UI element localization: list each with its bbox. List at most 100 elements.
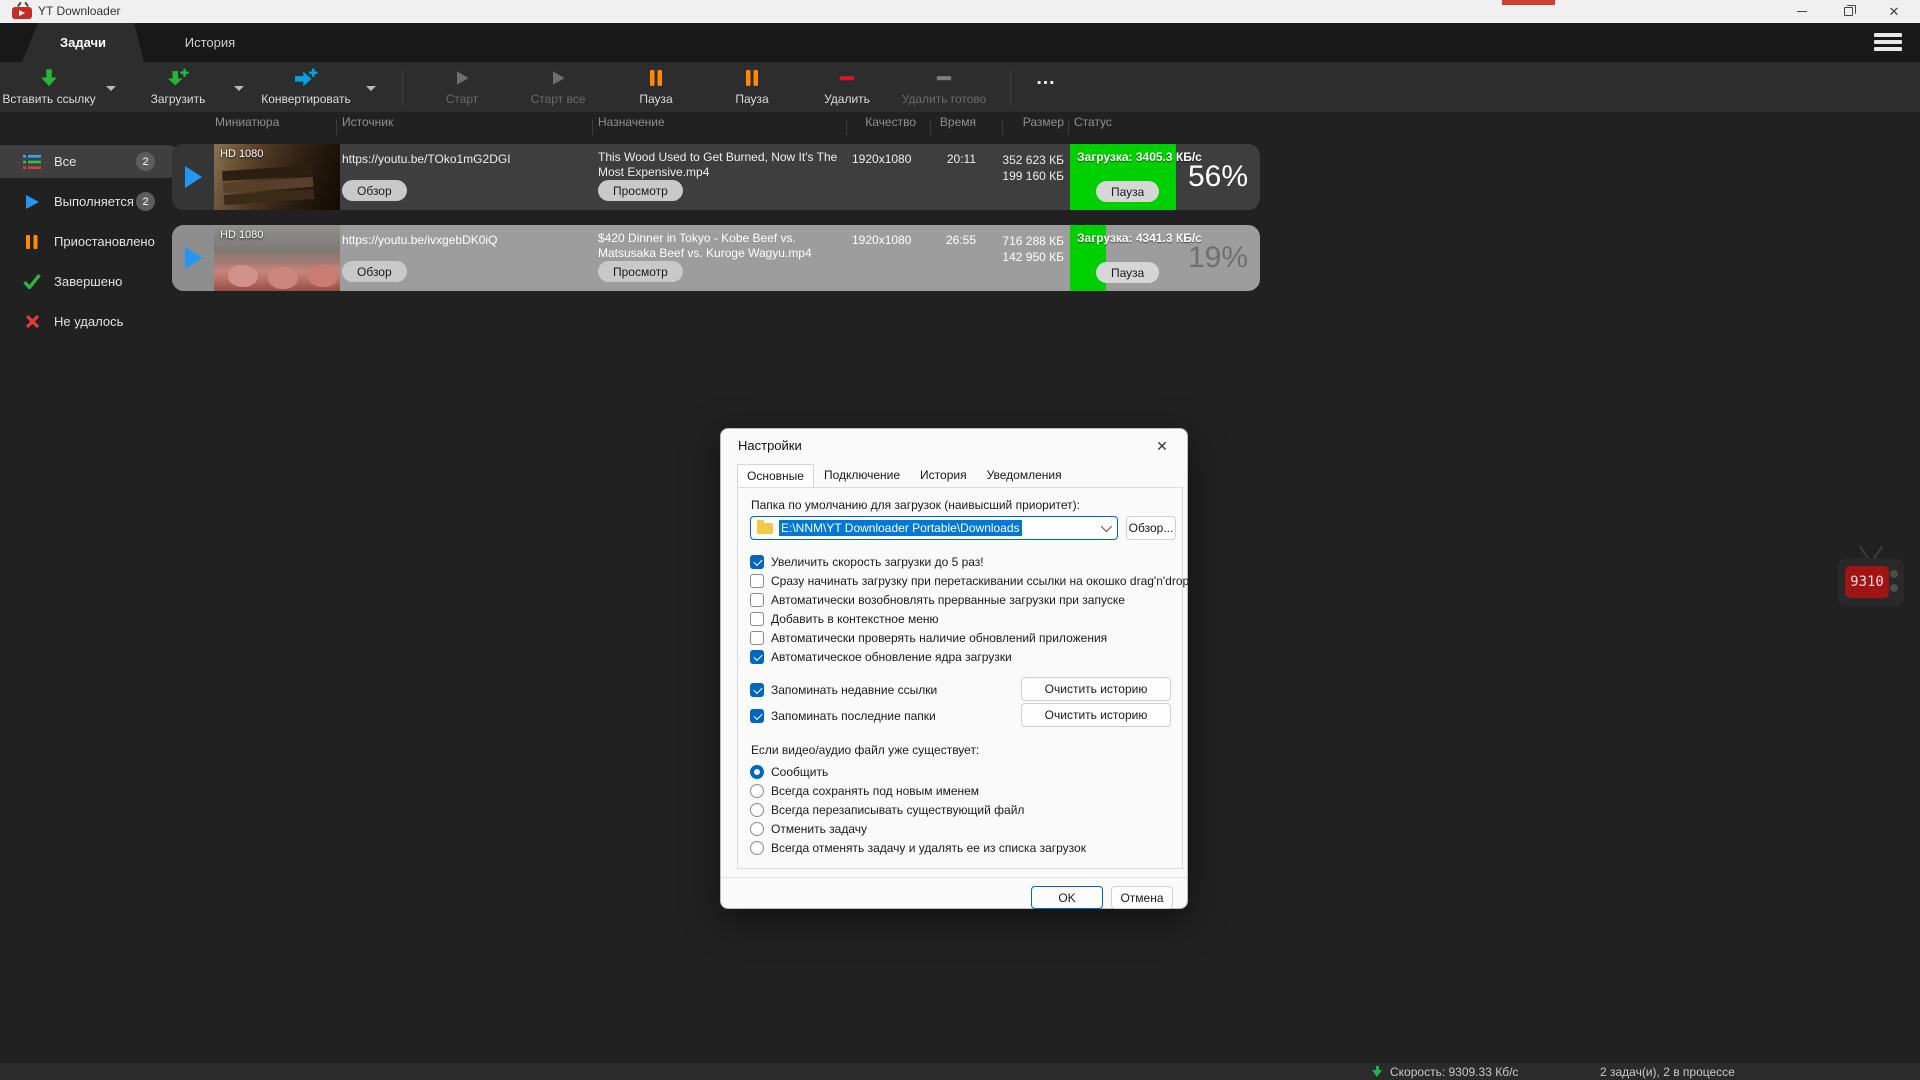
clear-links-history-button[interactable]: Очистить историю [1021,677,1171,701]
menu-hamburger-icon[interactable] [1874,33,1902,52]
option-row[interactable]: Автоматическое обновление ядра загрузки [750,649,1012,665]
delete-button[interactable]: Удалить [808,66,886,110]
radio-button[interactable] [750,784,764,798]
pause-all-button[interactable]: Пауза [716,66,788,110]
pause-icon [647,66,665,90]
row-pause-button[interactable]: Пауза [1096,181,1159,202]
preview-button[interactable]: Просмотр [598,180,683,201]
tab-history[interactable]: История [160,23,260,62]
default-folder-combobox[interactable]: E:\NNM\YT Downloader Portable\Downloads [750,516,1118,540]
close-button[interactable]: ✕ [1872,0,1916,23]
list-all-icon [22,153,42,171]
option-row[interactable]: Запоминать недавние ссылки [750,682,937,698]
row-play-button[interactable] [172,225,214,291]
convert-button[interactable]: Конвертировать [258,66,354,110]
quality-value: 1920x1080 [852,152,918,166]
checkbox[interactable] [750,612,764,626]
tv-knob [1890,570,1898,578]
size-done: 142 950 КБ [998,249,1064,265]
size-values: 716 288 КБ 142 950 КБ [998,233,1064,265]
sidebar-item-all[interactable]: Все 2 [0,145,183,178]
paste-link-button[interactable]: Вставить ссылку [2,66,96,110]
destination-filename: This Wood Used to Get Burned, Now It's T… [598,150,850,180]
cancel-button[interactable]: Отмена [1111,886,1173,909]
dialog-tab-notifications[interactable]: Уведомления [977,464,1072,487]
paused-pause-icon [22,233,42,251]
dialog-tab-history[interactable]: История [910,464,977,487]
radio-button[interactable] [750,841,764,855]
destination-filename: $420 Dinner in Tokyo - Kobe Beef vs. Mat… [598,231,850,261]
convert-dropdown-icon[interactable] [366,86,376,91]
sidebar-item-running[interactable]: Выполняется 2 [0,185,183,218]
minimize-button[interactable] [1780,0,1824,23]
tv-speed-value: 9310 [1845,566,1889,598]
download-row[interactable]: HD 1080 https://youtu.be/TOko1mG2DGI Обз… [172,144,1260,210]
sidebar-item-finished[interactable]: Завершено [0,265,183,298]
paste-link-dropdown-icon[interactable] [106,86,116,91]
speed-down-arrow-icon [1372,1066,1383,1077]
count-badge: 2 [136,152,155,171]
delete-done-icon [933,66,955,90]
download-speed-text: Загрузка: 3405.3 КБ/с [1077,150,1202,164]
tv-antenna-icon [1860,545,1882,559]
red-widget-fragment [1502,0,1555,5]
preview-button[interactable]: Просмотр [598,261,683,282]
browse-button[interactable]: Обзор... [1126,516,1176,540]
more-button[interactable]: … [1022,66,1072,110]
folder-icon [757,523,773,534]
checkbox[interactable] [750,555,764,569]
radio-button[interactable] [750,822,764,836]
sidebar-item-label: Не удалось [54,314,123,329]
checkbox[interactable] [750,709,764,723]
download-button[interactable]: Загрузить [132,66,224,110]
size-total: 716 288 КБ [998,233,1064,249]
download-row[interactable]: HD 1080 https://youtu.be/ivxgebDK0iQ Обз… [172,225,1260,291]
radio-row[interactable]: Отменить задачу [750,821,867,837]
restore-button[interactable] [1826,0,1870,23]
sidebar-item-label: Выполняется [54,194,134,209]
checkbox[interactable] [750,650,764,664]
checkbox[interactable] [750,683,764,697]
play-icon [452,66,472,90]
checkbox[interactable] [750,593,764,607]
sidebar-item-label: Приостановлено [54,234,155,249]
row-pause-button[interactable]: Пауза [1096,262,1159,283]
row-play-button[interactable] [172,144,214,210]
radio-row[interactable]: Всегда перезаписывать существующий файл [750,802,1024,818]
option-row[interactable]: Добавить в контекстное меню [750,611,939,627]
option-row[interactable]: Автоматически проверять наличие обновлен… [750,630,1107,646]
tab-tasks[interactable]: Задачи [22,23,144,62]
hd-tag: HD 1080 [220,229,263,241]
radio-button[interactable] [750,803,764,817]
sidebar-item-paused[interactable]: Приостановлено [0,225,183,258]
col-time: Время [936,115,976,141]
dialog-tab-strip: Основные Подключение История Уведомления [737,465,1072,487]
dialog-tab-connection[interactable]: Подключение [814,464,910,487]
option-row[interactable]: Увеличить скорость загрузки до 5 раз! [750,554,984,570]
download-plus-icon [165,66,191,90]
ok-button[interactable]: OK [1031,886,1103,909]
status-cell: Загрузка: 4341.3 КБ/с Пауза 19% [1070,225,1260,291]
option-row[interactable]: Сразу начинать загрузку при перетаскиван… [750,573,1189,589]
radio-row[interactable]: Всегда сохранять под новым именем [750,783,979,799]
radio-row[interactable]: Сообщить [750,764,828,780]
checkbox[interactable] [750,631,764,645]
radio-row[interactable]: Всегда отменять задачу и удалять ее из с… [750,840,1086,856]
option-row[interactable]: Автоматически возобновлять прерванные за… [750,592,1125,608]
overview-button[interactable]: Обзор [342,180,407,201]
pause-button[interactable]: Пауза [620,66,692,110]
combo-chevron-down-icon[interactable] [1101,521,1112,532]
running-play-icon [22,193,42,211]
option-row[interactable]: Запоминать последние папки [750,708,936,724]
overview-button[interactable]: Обзор [342,261,407,282]
dialog-close-icon[interactable]: ✕ [1151,436,1173,456]
drag-drop-tv-widget[interactable]: 9310 [1836,545,1908,609]
sidebar-item-failed[interactable]: Не удалось [0,305,183,338]
clear-folders-history-button[interactable]: Очистить историю [1021,703,1171,727]
failed-cross-icon [22,313,42,331]
status-cell: Загрузка: 3405.3 КБ/с Пауза 56% [1070,144,1260,210]
download-dropdown-icon[interactable] [234,86,244,91]
dialog-tab-general[interactable]: Основные [737,464,814,488]
checkbox[interactable] [750,574,764,588]
radio-button[interactable] [750,765,764,779]
